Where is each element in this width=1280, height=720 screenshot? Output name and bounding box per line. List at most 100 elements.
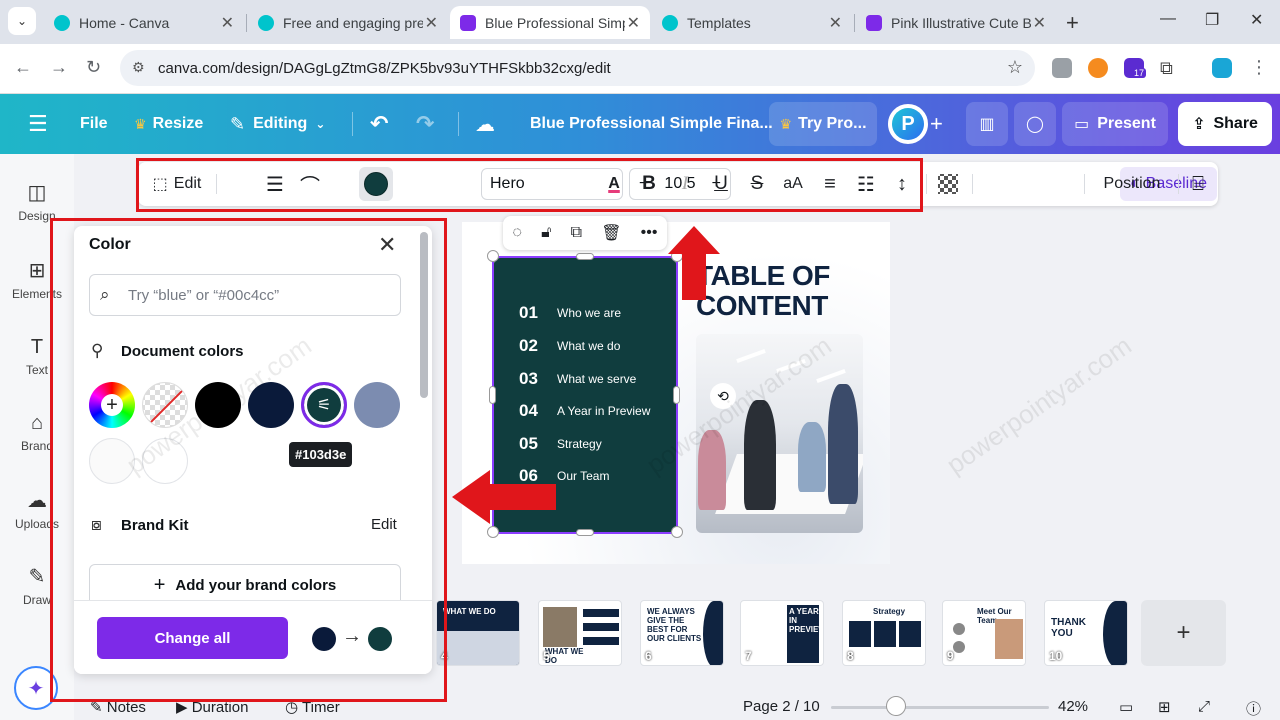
share-button[interactable]: ⇪ Share xyxy=(1178,102,1272,146)
chevron-down-icon: ⌄ xyxy=(315,117,326,131)
tab-free-engaging[interactable]: Free and engaging prese ✕ xyxy=(248,6,448,39)
tab-close-icon[interactable]: ✕ xyxy=(1033,13,1046,33)
extension-icon[interactable] xyxy=(1088,58,1108,78)
duplicate-icon[interactable]: ⧉ xyxy=(571,224,582,242)
resize-button[interactable]: ♛ Resize xyxy=(134,94,203,154)
more-icon[interactable]: ••• xyxy=(641,224,658,242)
toc-text[interactable]: What we serve xyxy=(557,372,636,386)
resize-handle[interactable] xyxy=(576,253,594,260)
browser-menu-icon[interactable]: ⋮ xyxy=(1250,57,1268,78)
avatar[interactable]: P xyxy=(888,104,928,144)
rail-item-design[interactable]: ◫ Design xyxy=(0,180,74,223)
toc-text[interactable]: Strategy xyxy=(557,437,602,451)
meeting-photo[interactable] xyxy=(696,334,863,533)
share-upload-icon: ⇪ xyxy=(1192,116,1206,133)
browser-tab-bar: ⌄ Home - Canva ✕ Free and engaging prese… xyxy=(0,0,1280,44)
tab-search-dropdown[interactable]: ⌄ xyxy=(8,7,36,35)
resize-handle[interactable] xyxy=(671,526,683,538)
extensions-puzzle-icon[interactable]: ⧉ xyxy=(1160,58,1180,78)
url-bar[interactable]: ⚙ canva.com/design/DAGgLgZtmG8/ZPK5bv93u… xyxy=(120,50,1035,86)
extension-badge-icon[interactable]: 17 xyxy=(1124,58,1147,78)
tab-close-icon[interactable]: ✕ xyxy=(221,13,234,33)
cloud-save-icon[interactable]: ☁ xyxy=(475,94,495,154)
rotate-icon[interactable]: ⟲ xyxy=(710,383,736,409)
undo-icon[interactable]: ↶ xyxy=(370,94,388,154)
person-figure xyxy=(798,422,826,492)
new-tab-button[interactable]: + xyxy=(1066,10,1079,36)
file-menu-button[interactable]: File xyxy=(80,94,108,154)
close-window-icon[interactable]: ✕ xyxy=(1250,10,1263,30)
tab-blue-professional[interactable]: Blue Professional Simple ✕ xyxy=(450,6,650,39)
zoom-slider-thumb[interactable] xyxy=(886,696,907,716)
page-indicator[interactable]: Page 2 / 10 xyxy=(743,698,820,715)
resize-handle[interactable] xyxy=(489,386,496,404)
editing-mode-button[interactable]: ✎ Editing ⌄ xyxy=(230,94,325,154)
fullscreen-icon[interactable]: ⤢ xyxy=(1198,698,1210,715)
page-thumbnail[interactable]: Strategy 8 xyxy=(842,600,926,666)
toc-number[interactable]: 03 xyxy=(519,369,538,389)
toc-number[interactable]: 02 xyxy=(519,336,538,356)
tab-close-icon[interactable]: ✕ xyxy=(829,13,842,33)
pages-view-icon[interactable]: ▭ xyxy=(1119,698,1133,716)
page-thumbnail[interactable]: THANK YOU 10 xyxy=(1044,600,1128,666)
tab-templates[interactable]: Templates ✕ xyxy=(652,6,852,39)
canva-design-favicon-icon xyxy=(866,14,882,31)
toc-number[interactable]: 05 xyxy=(519,434,538,454)
present-button[interactable]: ▭ Present xyxy=(1062,102,1168,146)
trash-icon[interactable]: 🗑︎ xyxy=(601,223,621,243)
resize-handle[interactable] xyxy=(576,529,594,536)
page-thumbnail[interactable]: Meet Our Team 9 xyxy=(942,600,1026,666)
zoom-slider[interactable] xyxy=(831,706,1049,709)
back-icon[interactable]: ← xyxy=(14,57,32,78)
toc-text[interactable]: A Year in Preview xyxy=(557,404,650,418)
tab-home-canva[interactable]: Home - Canva ✕ xyxy=(44,6,244,39)
help-icon[interactable]: ⓘ xyxy=(1246,698,1261,719)
canva-header: ☰ File ♛ Resize ✎ Editing ⌄ ↶ ↷ ☁ Blue P… xyxy=(0,94,1280,154)
page-thumbnail[interactable]: A YEAR IN PREVIEW 7 xyxy=(740,600,824,666)
comment-icon[interactable]: ◯ xyxy=(1014,102,1056,146)
page-thumbnail[interactable]: WE ALWAYS GIVE THE BEST FOR OUR CLIENTS … xyxy=(640,600,724,666)
profile-icon[interactable] xyxy=(1212,58,1232,78)
person-figure xyxy=(698,430,726,510)
format-painter-icon[interactable]: ⌸ xyxy=(1186,162,1210,206)
canva-design-favicon-icon xyxy=(460,14,476,31)
zoom-level[interactable]: 42% xyxy=(1058,698,1088,715)
present-icon: ▭ xyxy=(1074,116,1090,133)
add-page-button[interactable]: + xyxy=(1141,600,1226,666)
toc-text[interactable]: What we do xyxy=(557,339,620,353)
shield-extension-icon[interactable] xyxy=(1052,58,1072,78)
add-collaborator-icon[interactable]: + xyxy=(930,94,943,154)
resize-handle[interactable] xyxy=(487,250,499,262)
lock-icon[interactable]: 🔓︎ xyxy=(541,224,551,242)
toc-number[interactable]: 01 xyxy=(519,303,538,323)
grid-view-icon[interactable]: ⊞ xyxy=(1158,698,1171,716)
redo-icon[interactable]: ↷ xyxy=(416,94,434,154)
transparency-icon[interactable] xyxy=(936,162,960,206)
annotation-box-toolbar xyxy=(136,158,923,212)
restore-icon[interactable]: ❐ xyxy=(1205,10,1219,30)
resize-handle[interactable] xyxy=(487,526,499,538)
resize-handle[interactable] xyxy=(673,386,680,404)
tab-pink-illustrative[interactable]: Pink Illustrative Cute Bra ✕ xyxy=(856,6,1056,39)
toc-text[interactable]: Our Team xyxy=(557,469,609,483)
document-title[interactable]: Blue Professional Simple Fina... xyxy=(530,94,773,154)
try-pro-button[interactable]: ♛ Try Pro... xyxy=(769,102,877,146)
forward-icon[interactable]: → xyxy=(50,57,68,78)
position-button[interactable]: Position xyxy=(1096,162,1168,206)
page-thumbnail[interactable]: WHAT WE DO 4 xyxy=(436,600,520,666)
toc-number[interactable]: 04 xyxy=(519,401,538,421)
main-menu-icon[interactable]: ☰ xyxy=(28,94,48,154)
bookmark-star-icon[interactable]: ☆ xyxy=(1007,57,1023,78)
tab-close-icon[interactable]: ✕ xyxy=(627,13,640,33)
site-settings-icon[interactable]: ⚙ xyxy=(132,59,145,76)
tab-close-icon[interactable]: ✕ xyxy=(425,13,438,33)
minimize-icon[interactable]: — xyxy=(1160,10,1176,28)
toc-text[interactable]: Who we are xyxy=(557,306,621,320)
reload-icon[interactable]: ↻ xyxy=(86,57,101,78)
comment-add-icon[interactable]: ◌ xyxy=(513,224,523,242)
canva-favicon-icon xyxy=(258,14,274,31)
page-thumbnail[interactable]: WHAT WE DO 5 xyxy=(538,600,622,666)
element-context-bar: ◌ 🔓︎ ⧉ 🗑︎ ••• xyxy=(503,216,667,250)
analytics-icon[interactable]: ▥ xyxy=(966,102,1008,146)
annotation-arrow-left-icon xyxy=(452,470,556,524)
